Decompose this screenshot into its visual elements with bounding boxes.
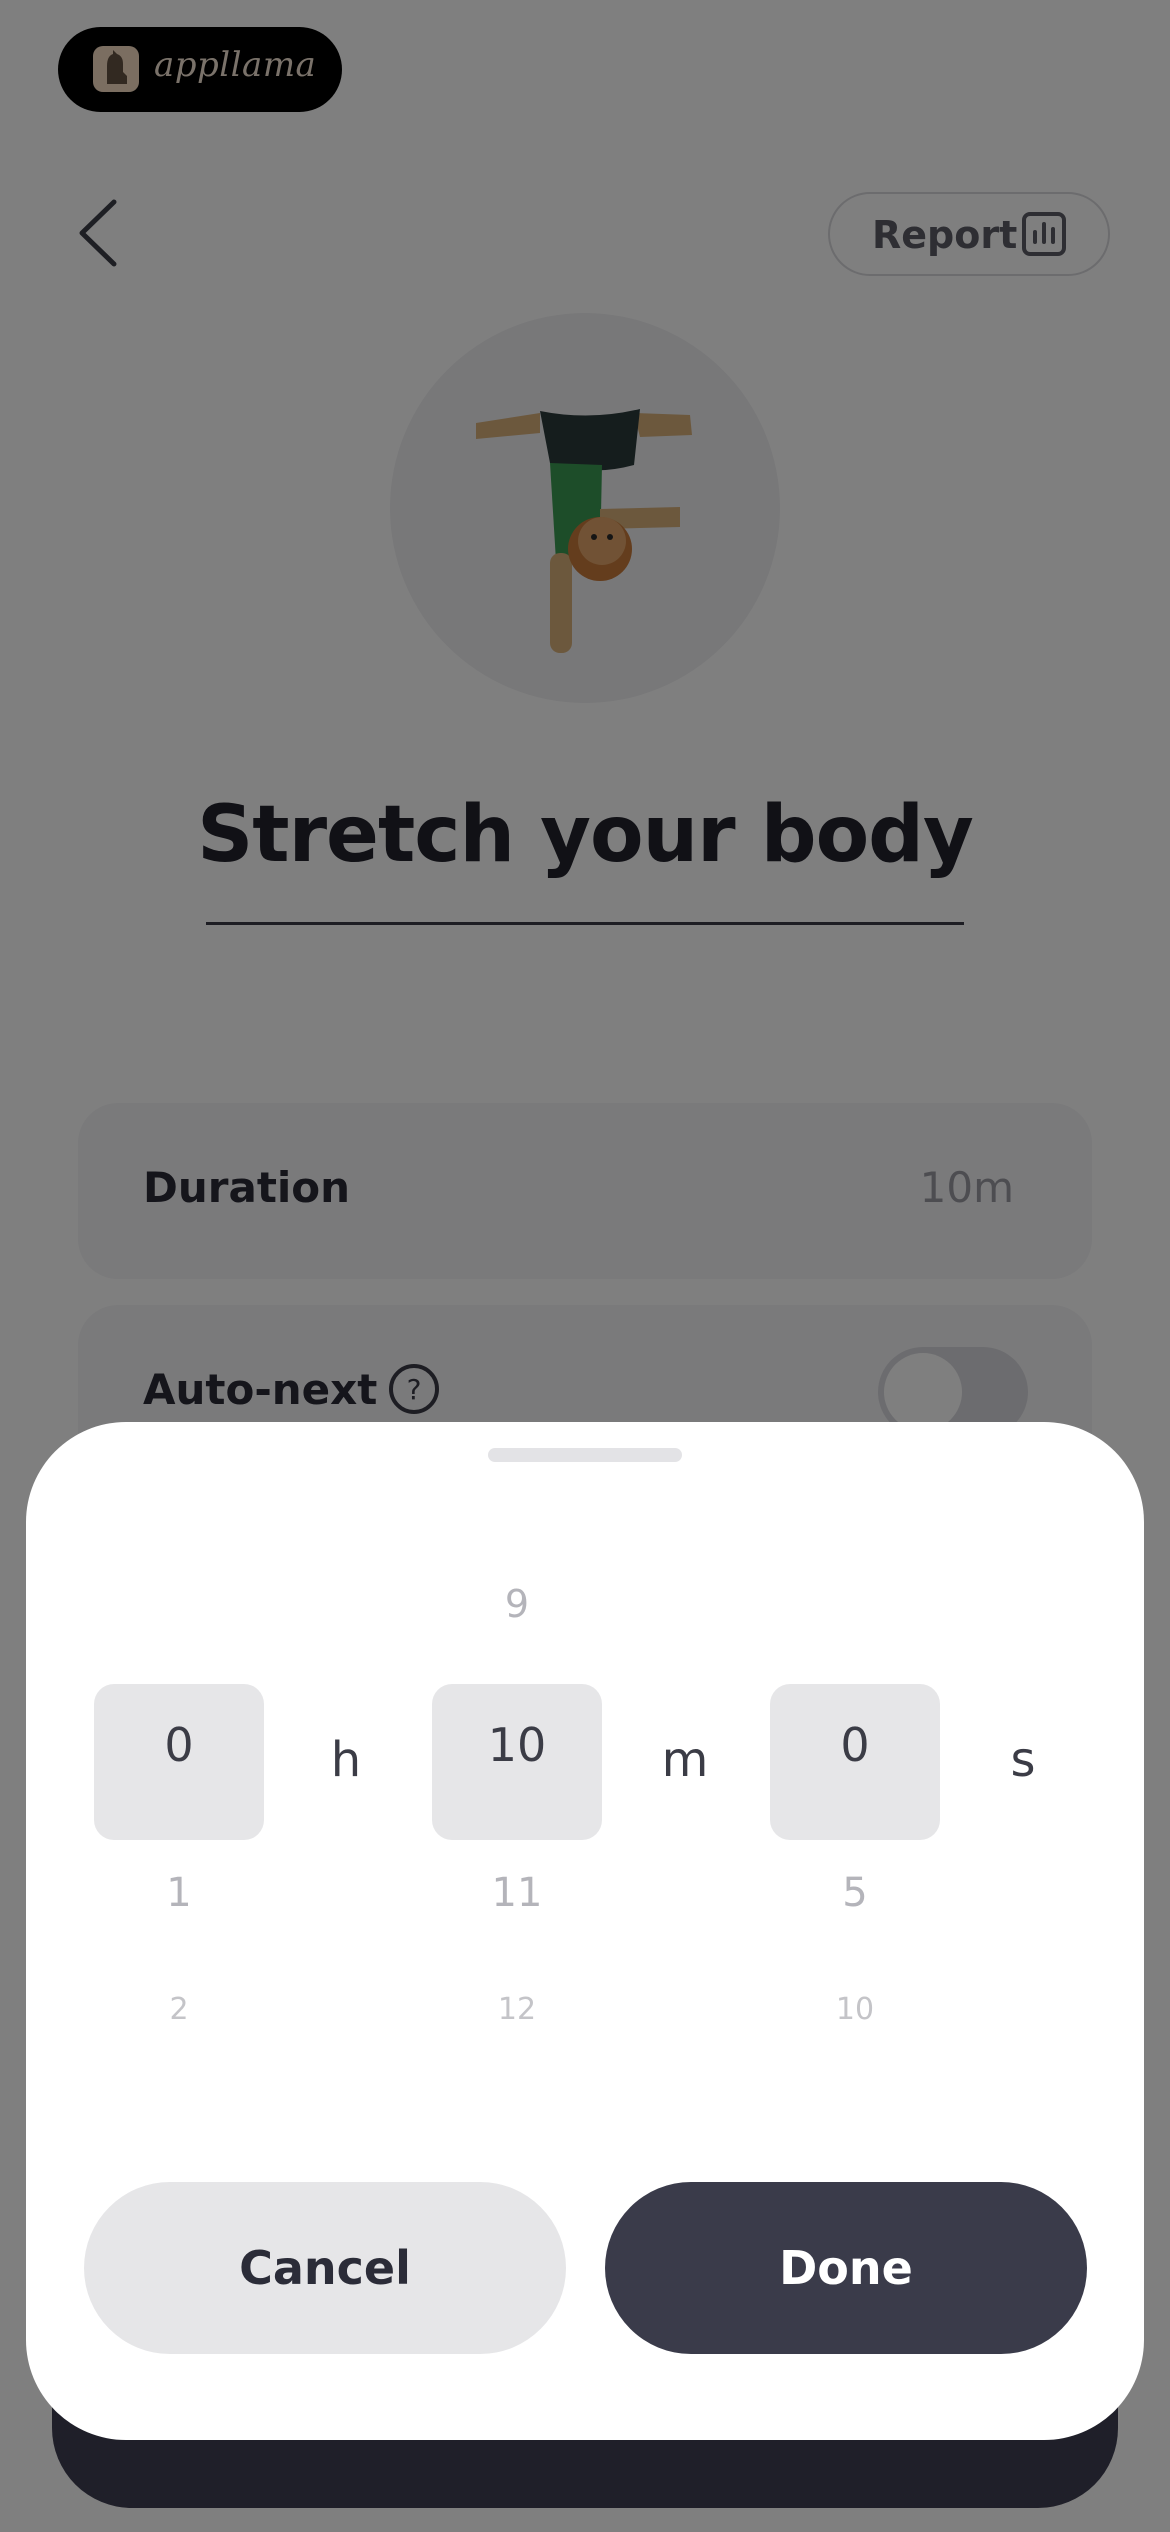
duration-picker-sheet: 0 1 2 h 9 10 11 12 m 0 5 10 s Cancel Don… xyxy=(26,1422,1144,2440)
seconds-selected-value[interactable]: 0 xyxy=(770,1718,940,1772)
hours-selected-value[interactable]: 0 xyxy=(94,1718,264,1772)
seconds-option-1[interactable]: 5 xyxy=(770,1870,940,1916)
seconds-unit: s xyxy=(1010,1732,1036,1788)
sheet-grabber[interactable] xyxy=(488,1448,682,1462)
minutes-unit: m xyxy=(661,1732,709,1788)
done-button[interactable]: Done xyxy=(605,2182,1087,2354)
minutes-option-1[interactable]: 11 xyxy=(432,1870,602,1916)
cancel-button[interactable]: Cancel xyxy=(84,2182,566,2354)
seconds-option-2[interactable]: 10 xyxy=(770,1992,940,2027)
hours-unit: h xyxy=(330,1732,362,1788)
minutes-option-above[interactable]: 9 xyxy=(432,1582,602,1626)
hours-option-2[interactable]: 2 xyxy=(94,1992,264,2027)
hours-option-1[interactable]: 1 xyxy=(94,1870,264,1916)
minutes-selected-value[interactable]: 10 xyxy=(432,1718,602,1772)
minutes-option-2[interactable]: 12 xyxy=(432,1992,602,2027)
